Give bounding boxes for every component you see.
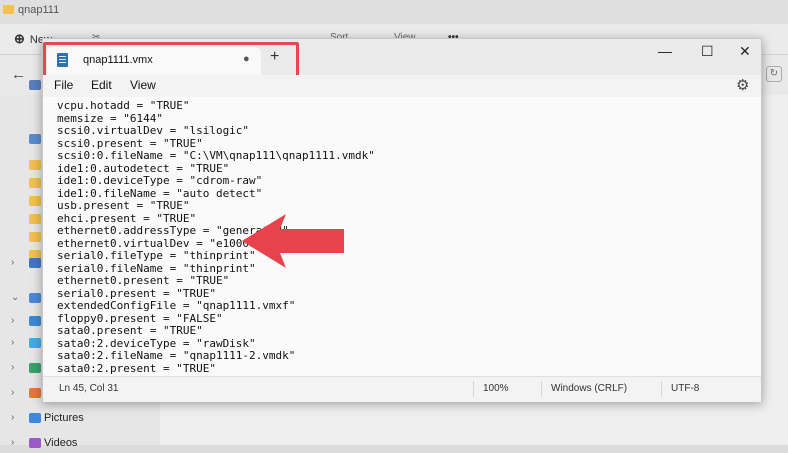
editor-line: scsi0:0.fileName = "C:\VM\qnap111\qnap11… [57,149,375,162]
explorer-title: qnap111 [18,4,60,16]
red-arrow-annotation [242,214,344,268]
settings-gear-icon[interactable]: ⚙ [736,76,749,94]
text-editor[interactable]: vcpu.hotadd = "TRUE" memsize = "6144" scsi… [43,97,761,376]
chevron-icon[interactable]: › [11,257,14,268]
status-bar: Ln 45, Col 31 100% Windows (CRLF) UTF-8 [43,376,761,402]
folder-icon [29,196,41,206]
editor-line: ide1:0.autodetect = "TRUE" [57,161,230,175]
chevron-icon[interactable]: › [11,412,14,423]
explorer-titlebar: qnap111 [0,0,788,24]
folder-icon [29,160,41,170]
folder-icon [29,388,41,398]
folder-icon [29,363,41,373]
sidebar-item-label: Pictures [44,412,84,424]
folder-icon [29,438,41,448]
status-divider [541,381,542,397]
chevron-icon[interactable]: › [11,437,14,448]
menu-file[interactable]: File [54,78,73,92]
editor-line: serial0.present = "TRUE" [57,286,216,300]
editor-line: ethernet0.virtualDev = "e1000e" [57,236,263,250]
editor-line: ethernet0.present = "TRUE" [57,274,230,287]
zoom-level: 100% [483,383,509,394]
close-button[interactable]: ✕ [739,43,751,60]
status-divider [661,381,662,397]
chevron-icon[interactable]: ⌄ [11,292,19,303]
refresh-icon[interactable]: ↻ [766,66,782,82]
folder-icon [29,178,41,188]
chevron-icon[interactable]: › [11,315,14,326]
editor-line: usb.present = "TRUE" [57,199,190,212]
plus-icon: ⊕ [14,31,25,46]
editor-line: floppy0.present = "FALSE" [57,311,223,325]
menu-edit[interactable]: Edit [91,78,112,92]
chevron-icon[interactable]: › [11,362,14,373]
folder-icon [3,5,14,14]
editor-line: sata0:2.fileName = "qnap1111-2.vmdk" [57,349,296,362]
chevron-icon[interactable]: › [11,337,14,348]
folder-icon [29,293,41,303]
folder-icon [29,214,41,224]
editor-line: sata0:2.deviceType = "rawDisk" [57,336,256,350]
notepad-window: qnap1111.vmx ● + — ☐ ✕ File Edit View ⚙ … [42,38,762,402]
minimize-button[interactable]: — [658,43,672,59]
folder-icon [29,80,41,90]
folder-icon [29,413,41,423]
cursor-position: Ln 45, Col 31 [59,383,119,394]
encoding: UTF-8 [671,383,700,394]
editor-line: ehci.present = "TRUE" [57,211,197,225]
sidebar-item-label: Videos [44,437,78,449]
tab-highlight-box [43,42,299,78]
folder-icon [29,258,41,268]
folder-icon [29,316,41,326]
notepad-menu-bar: File Edit View ⚙ [43,75,761,97]
editor-line: scsi0.present = "TRUE" [57,136,203,150]
editor-line: ide1:0.deviceType = "cdrom-raw" [57,174,263,187]
line-ending: Windows (CRLF) [551,383,628,394]
folder-icon [29,134,41,144]
editor-line: scsi0.virtualDev = "lsilogic" [57,124,250,137]
sidebar-item[interactable]: › Videos [0,435,160,453]
folder-icon [29,232,41,242]
editor-line: sata0.present = "TRUE" [57,324,203,337]
menu-view[interactable]: View [130,78,156,92]
editor-line: serial0.fileType = "thinprint" [57,249,256,262]
notepad-tab-bar: qnap1111.vmx ● + — ☐ ✕ [43,39,761,78]
editor-line: serial0.fileName = "thinprint" [57,261,256,275]
editor-line: sata0:2.present = "TRUE" [57,361,216,375]
editor-line: memsize = "6144" [57,111,163,125]
chevron-icon[interactable]: › [11,387,14,398]
editor-line: vcpu.hotadd = "TRUE" [57,99,190,112]
editor-line: ide1:0.fileName = "auto detect" [57,186,263,200]
maximize-button[interactable]: ☐ [701,43,714,60]
status-divider [473,381,474,397]
folder-icon [29,338,41,348]
sidebar-item[interactable]: › Pictures [0,410,160,428]
editor-line: extendedConfigFile = "qnap1111.vmxf" [57,299,296,312]
